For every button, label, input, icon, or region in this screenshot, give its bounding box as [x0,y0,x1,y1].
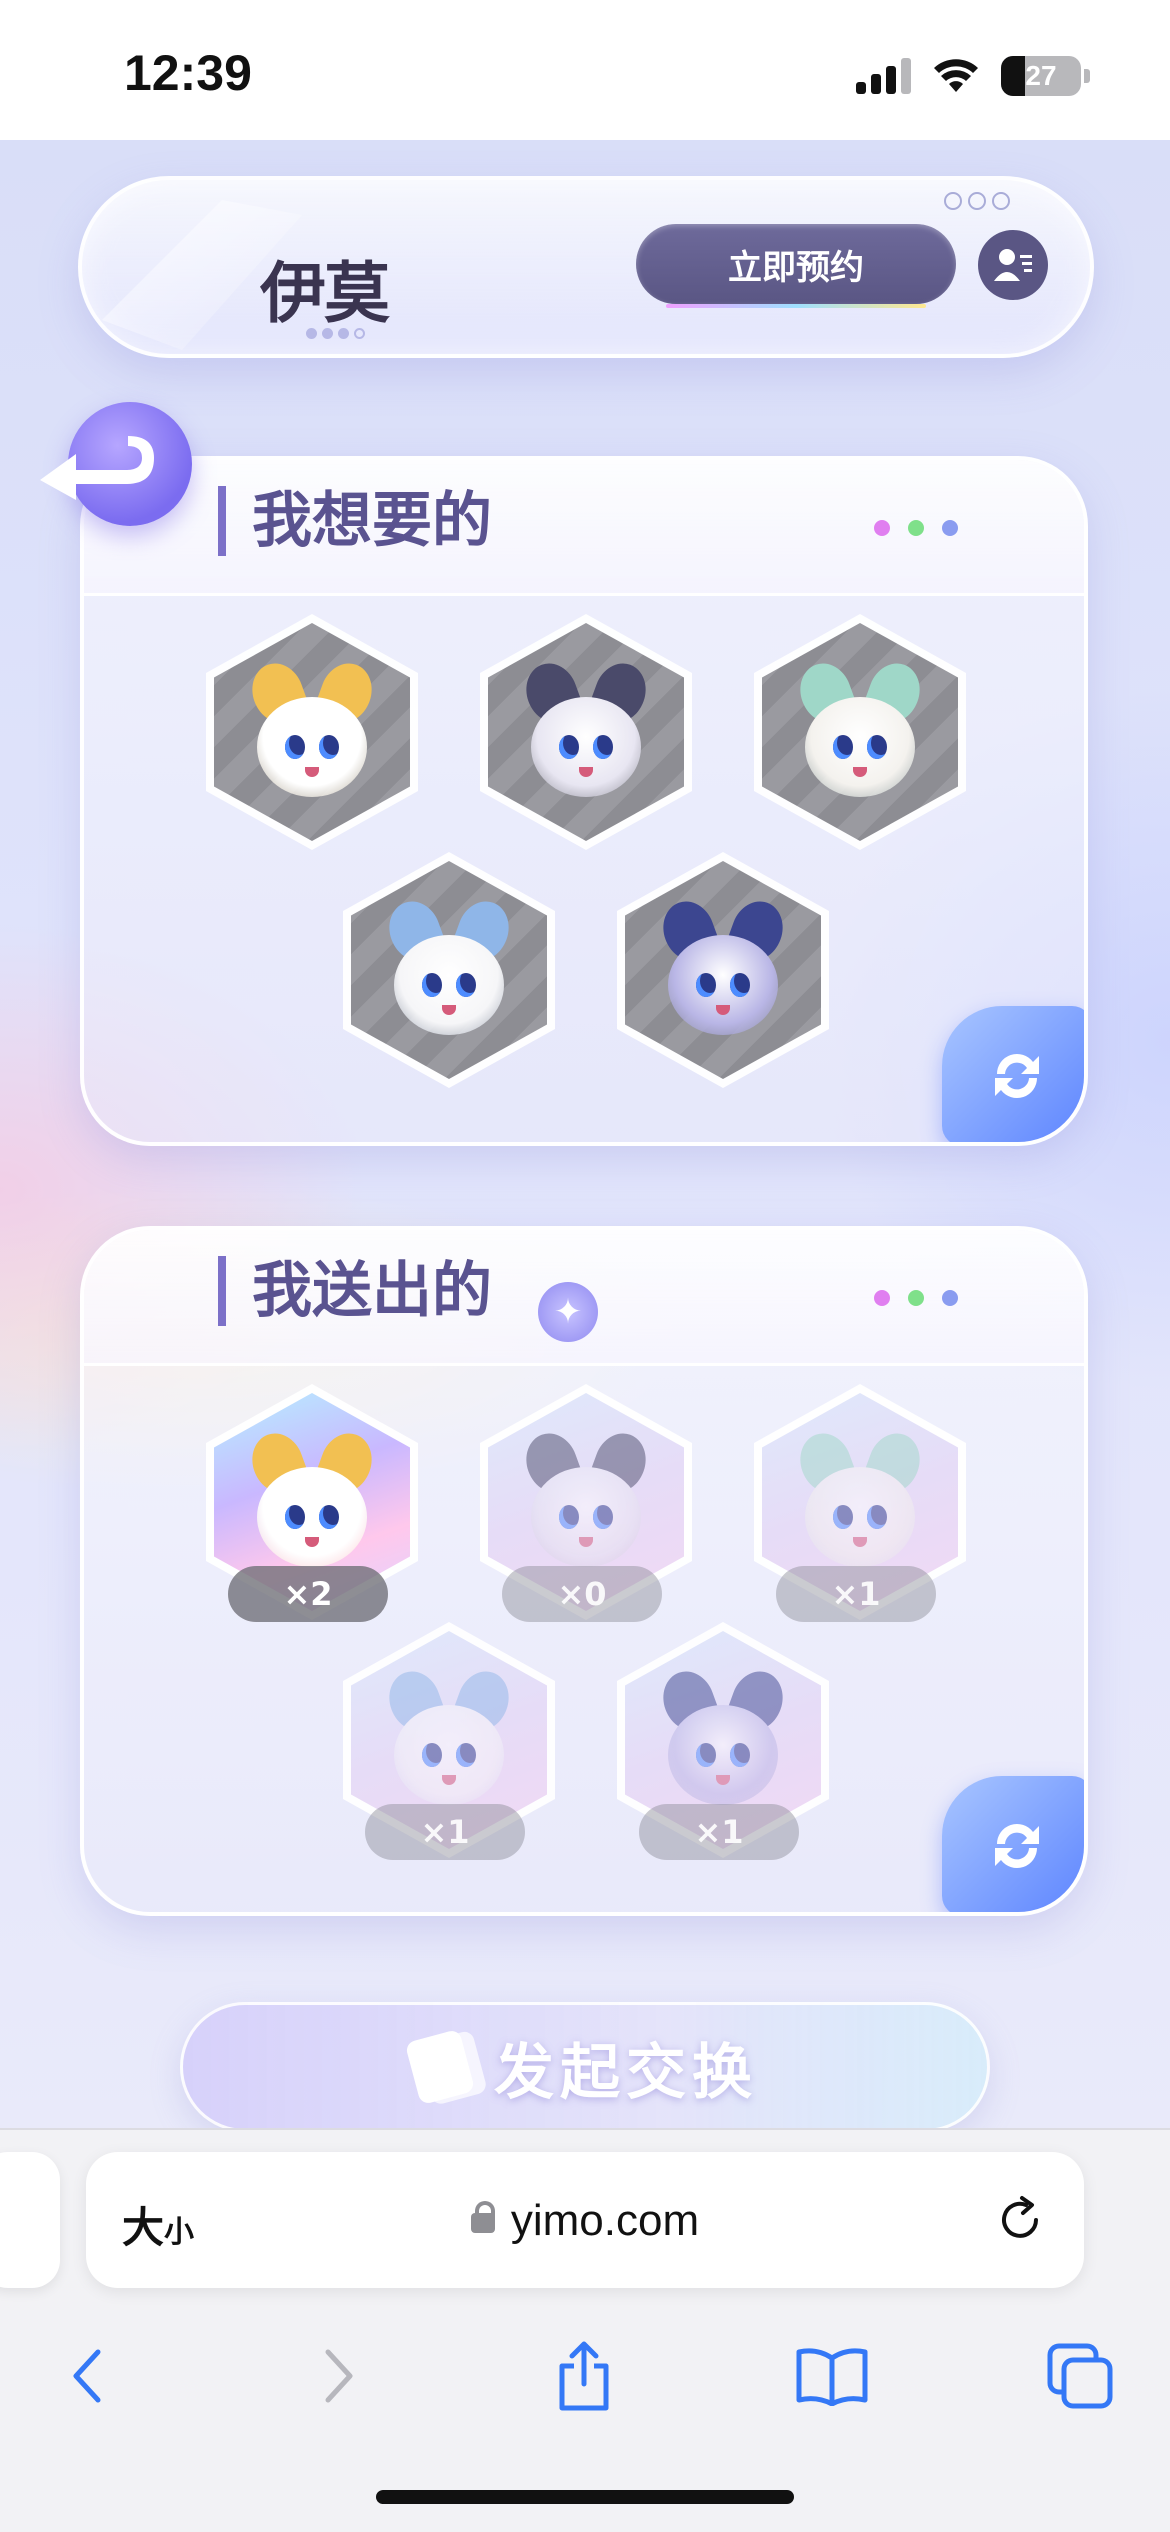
battery-icon: 27 [1001,56,1081,96]
browser-bottom-bar: 大小 yimo.com [0,2128,1170,2532]
status-icons: 27 [856,54,1090,98]
hex-tile-sheep-creature[interactable] [754,614,966,850]
status-time: 12:39 [124,45,252,101]
forward-nav-button[interactable] [298,2336,378,2416]
hex-tile-white-otter-creature[interactable] [343,852,555,1088]
header-bar: 伊莫 立即预约 [78,176,1094,358]
hex-tile-white-otter-creature[interactable]: ×1 [343,1622,555,1860]
dot-pink [874,1290,890,1306]
hex-tile-golden-fox-creature[interactable] [206,614,418,850]
back-button[interactable] [40,402,192,526]
given-refresh-button[interactable] [942,1776,1084,1912]
cellular-signal-icon [856,58,911,94]
sheep-creature-art [785,656,935,807]
white-otter-creature-art [374,894,524,1045]
count-badge: ×1 [776,1566,936,1622]
dot-pink [874,520,890,536]
logo: 伊莫 [260,255,390,332]
golden-fox-creature-art [237,656,387,807]
user-icon [994,249,1032,281]
hex-tile-sheep-creature[interactable]: ×1 [754,1384,966,1622]
share-button[interactable] [544,2336,624,2416]
wifi-icon [934,59,978,92]
dot-green [908,1290,924,1306]
page-content: 伊莫 立即预约 我想要的 我送出的 ✦ ×2 ×0 ×1 ×1 ×1 发起交换 [0,140,1170,2130]
reserve-underline [666,304,926,308]
dark-fox-creature-art [511,1426,661,1577]
bookmarks-button[interactable] [792,2336,872,2416]
status-bar: 12:39 27 [0,0,1170,140]
given-card: 我送出的 ✦ ×2 ×0 ×1 ×1 ×1 [80,1226,1088,1916]
sparkle-icon[interactable]: ✦ [538,1282,598,1342]
header-mini-icons [944,192,1010,210]
dot-green [908,520,924,536]
tabs-button[interactable] [1040,2336,1120,2416]
chevron-left-icon [73,2349,101,2403]
star-mouse-creature-art [648,1664,798,1815]
book-icon [796,2348,868,2406]
reload-icon[interactable] [992,2192,1048,2248]
tabs-icon [1047,2343,1113,2409]
count-badge: ×1 [639,1804,799,1860]
browser-toolbar [0,2316,1170,2426]
golden-fox-creature-art [237,1426,387,1577]
wanted-refresh-button[interactable] [942,1006,1084,1142]
lock-icon [470,2201,495,2234]
exchange-label: 发起交换 [494,2037,758,2108]
hex-tile-golden-fox-creature[interactable]: ×2 [206,1384,418,1622]
count-badge: ×1 [365,1804,525,1860]
hex-tile-star-mouse-creature[interactable] [617,852,829,1088]
white-otter-creature-art [374,1664,524,1815]
refresh-icon [995,1054,1039,1098]
reserve-button[interactable]: 立即预约 [636,224,956,304]
home-indicator [376,2490,794,2504]
wanted-card: 我想要的 [80,456,1088,1146]
hex-tile-dark-fox-creature[interactable] [480,614,692,850]
hex-tile-dark-fox-creature[interactable]: ×0 [480,1384,692,1622]
logo-dots [306,328,365,339]
cards-icon [404,2028,476,2106]
dot-blue [942,1290,958,1306]
url-display[interactable]: yimo.com [86,2196,1084,2246]
url-text: yimo.com [510,2196,700,2245]
back-arrow-icon [40,436,154,500]
wanted-title: 我想要的 [218,486,492,556]
back-nav-button[interactable] [48,2336,128,2416]
wanted-more-dots[interactable] [874,520,958,536]
given-title: 我送出的 [218,1256,492,1326]
start-exchange-button[interactable]: 发起交换 [180,2002,990,2130]
dot-blue [942,520,958,536]
refresh-icon [995,1824,1039,1868]
hex-tile-star-mouse-creature[interactable]: ×1 [617,1622,829,1860]
dark-fox-creature-art [511,656,661,807]
address-bar[interactable]: 大小 yimo.com [86,2152,1084,2288]
sheep-creature-art [785,1426,935,1577]
previous-tab-preview[interactable] [0,2152,60,2288]
chevron-right-icon [325,2349,353,2403]
count-badge: ×0 [502,1566,662,1622]
share-icon [559,2341,609,2411]
battery-percent: 27 [1025,60,1057,91]
count-badge: ×2 [228,1566,388,1622]
given-more-dots[interactable] [874,1290,958,1306]
star-mouse-creature-art [648,894,798,1045]
user-profile-button[interactable] [978,230,1048,300]
